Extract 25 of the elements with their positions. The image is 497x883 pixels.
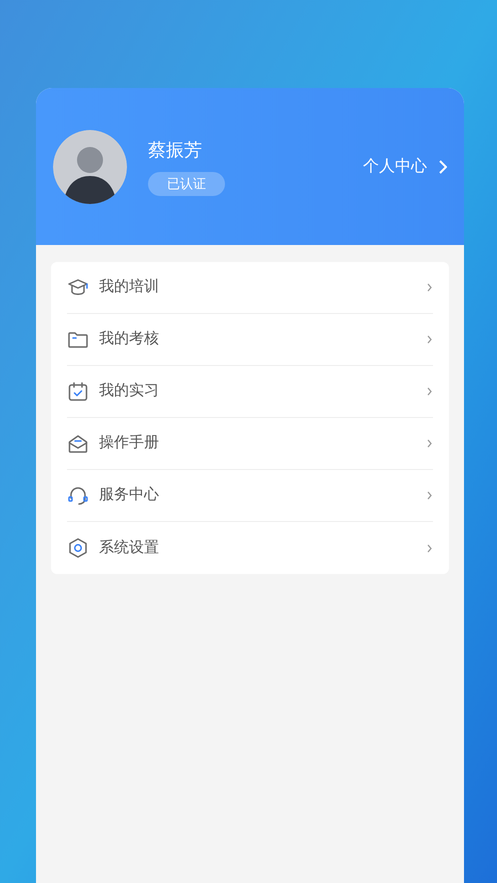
menu-item[interactable]: 我的培训 (67, 262, 433, 314)
chevron-right-icon (427, 335, 432, 344)
menu-label: 我的考核 (99, 329, 159, 350)
menu-label: 服务中心 (99, 485, 159, 506)
envelope-icon (67, 432, 89, 454)
menu-label: 操作手册 (99, 433, 159, 454)
menu-label: 我的培训 (99, 277, 159, 298)
calendar-check-icon (67, 380, 89, 402)
menu-label: 系统设置 (99, 538, 159, 558)
headset-icon (67, 484, 89, 506)
verified-badge: 已认证 (148, 172, 225, 196)
chevron-right-icon (427, 283, 432, 292)
chevron-right-icon (427, 544, 432, 552)
chevron-right-icon (427, 491, 432, 500)
chevron-right-icon (427, 439, 432, 448)
chevron-right-icon (439, 160, 447, 174)
menu-item[interactable]: 我的考核 (67, 314, 433, 366)
menu-item[interactable]: 我的实习 (67, 366, 433, 418)
menu-item[interactable]: 服务中心 (67, 470, 433, 522)
user-name: 蔡振芳 (148, 139, 202, 162)
menu-item[interactable]: 操作手册 (67, 418, 433, 470)
settings-icon (67, 537, 89, 559)
menu-label: 我的实习 (99, 381, 159, 402)
chevron-right-icon (427, 387, 432, 396)
menu-item[interactable]: 系统设置 (67, 522, 433, 574)
